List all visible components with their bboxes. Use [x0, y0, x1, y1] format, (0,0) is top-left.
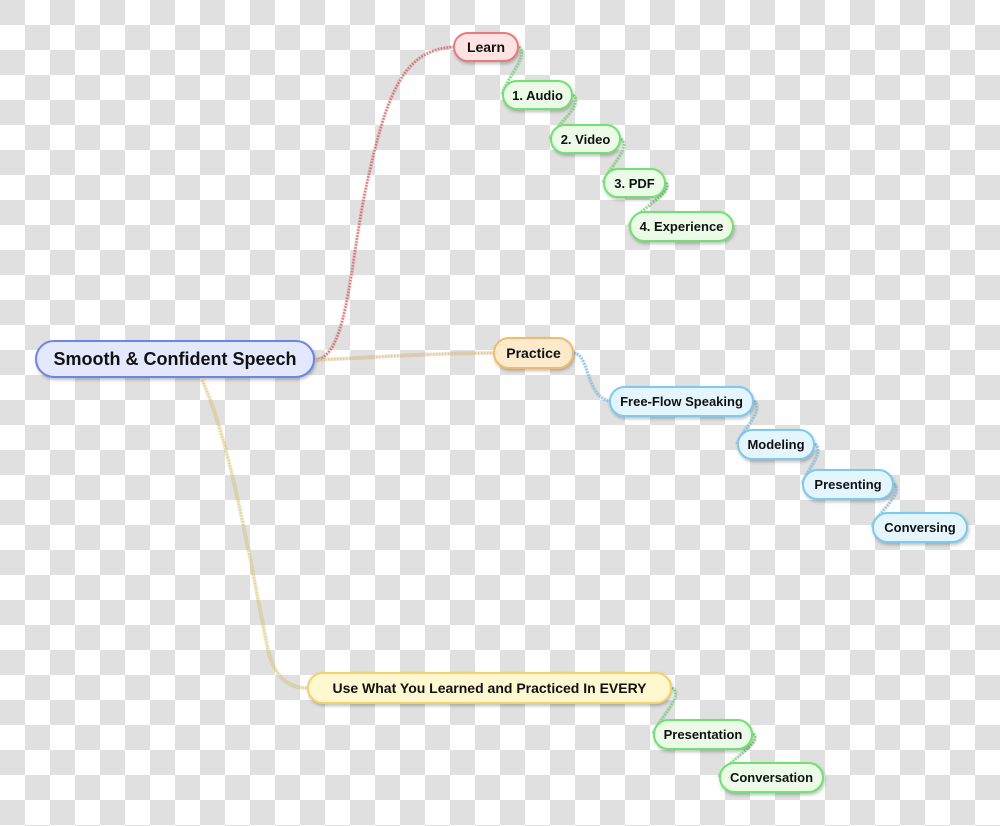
root-node[interactable]: Smooth & Confident Speech — [35, 340, 315, 378]
root-label: Smooth & Confident Speech — [53, 348, 297, 369]
practice-child-modeling-label: Modeling — [747, 437, 805, 452]
link-practice-freeflow — [573, 351, 610, 403]
link-root-learn-shadow — [315, 45, 454, 362]
learn-child-audio[interactable]: 1. Audio — [502, 80, 573, 110]
branch-learn-label: Learn — [466, 39, 506, 55]
use-child-presentation-label: Presentation — [663, 727, 743, 742]
practice-child-free-flow-speaking[interactable]: Free-Flow Speaking — [609, 386, 754, 417]
learn-child-audio-label: 1. Audio — [512, 87, 563, 103]
practice-child-free-flow-speaking-label: Free-Flow Speaking — [620, 394, 743, 409]
branch-use-what-you-learned[interactable]: Use What You Learned and Practiced In EV… — [307, 672, 672, 704]
use-child-conversation[interactable]: Conversation — [719, 762, 824, 793]
learn-child-video-label: 2. Video — [560, 131, 611, 147]
branch-use-label: Use What You Learned and Practiced In EV… — [332, 680, 647, 696]
practice-child-presenting-label: Presenting — [814, 477, 882, 492]
learn-child-pdf[interactable]: 3. PDF — [603, 168, 666, 198]
use-child-conversation-label: Conversation — [729, 770, 814, 785]
practice-child-modeling[interactable]: Modeling — [737, 429, 815, 460]
practice-child-conversing[interactable]: Conversing — [872, 512, 968, 543]
learn-child-experience-label: 4. Experience — [639, 219, 724, 234]
learn-child-video[interactable]: 2. Video — [550, 124, 621, 154]
branch-learn[interactable]: Learn — [453, 32, 519, 62]
learn-child-experience[interactable]: 4. Experience — [629, 211, 734, 242]
link-practice-freeflow-shadow — [573, 351, 610, 403]
link-root-use — [200, 379, 308, 690]
learn-child-pdf-label: 3. PDF — [614, 175, 655, 191]
practice-child-presenting[interactable]: Presenting — [802, 469, 894, 500]
practice-child-conversing-label: Conversing — [884, 520, 956, 535]
use-child-presentation[interactable]: Presentation — [653, 719, 753, 750]
link-root-learn — [315, 45, 454, 362]
branch-practice-label: Practice — [506, 345, 561, 361]
branch-practice[interactable]: Practice — [493, 337, 574, 369]
